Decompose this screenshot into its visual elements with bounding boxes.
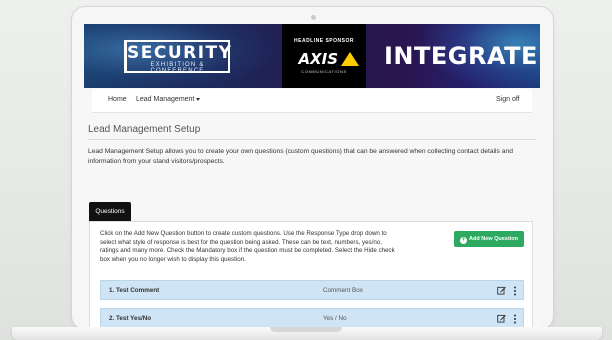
laptop-screen: SECURITY EXHIBITION & CONFERENCE HEADLIN… [84, 24, 540, 327]
question-name: 2. Test Yes/No [109, 315, 152, 322]
axis-logo-subtitle: COMMUNICATIONS [301, 69, 347, 74]
security-logo: SECURITY EXHIBITION & CONFERENCE [124, 40, 233, 74]
question-name: 1. Test Comment [109, 287, 160, 294]
security-logo-title: SECURITY [127, 43, 233, 63]
headline-sponsor: HEADLINE SPONSOR AXIS COMMUNICATIONS [282, 24, 366, 88]
question-row[interactable]: 1. Test Comment Comment Box [100, 280, 524, 300]
add-new-question-label: Add New Question [469, 236, 518, 242]
event-banner: SECURITY EXHIBITION & CONFERENCE HEADLIN… [84, 24, 540, 88]
nav-lead-management[interactable]: Lead Management [136, 96, 201, 103]
integrate-logo: INTEGRATE [384, 42, 538, 70]
nav-home[interactable]: Home [108, 96, 127, 103]
page-title: Lead Management Setup [88, 124, 201, 135]
tab-questions[interactable]: Questions [89, 202, 131, 222]
more-vertical-icon[interactable] [513, 286, 517, 296]
laptop-base-notch [270, 327, 342, 332]
security-logo-subtitle: EXHIBITION & CONFERENCE [150, 62, 205, 74]
navbar: Home Lead Management Sign off [92, 89, 532, 113]
question-row[interactable]: 2. Test Yes/No Yes / No [100, 308, 524, 327]
nav-sign-off[interactable]: Sign off [496, 96, 520, 103]
sponsor-label: HEADLINE SPONSOR [294, 38, 354, 44]
axis-logo-text: AXIS [298, 50, 338, 68]
title-divider [88, 139, 536, 140]
questions-instructions: Click on the Add New Question button to … [100, 230, 395, 263]
laptop-camera [311, 15, 316, 20]
questions-panel: Click on the Add New Question button to … [89, 221, 533, 327]
nav-lead-management-label: Lead Management [136, 96, 195, 103]
more-vertical-icon[interactable] [513, 314, 517, 324]
edit-icon[interactable] [497, 286, 506, 295]
question-response-type: Comment Box [323, 287, 363, 294]
add-new-question-button[interactable]: + Add New Question [454, 231, 524, 247]
plus-circle-icon: + [460, 237, 468, 244]
chevron-down-icon [196, 97, 201, 101]
question-response-type: Yes / No [323, 315, 347, 322]
edit-icon[interactable] [497, 314, 506, 323]
page-intro: Lead Management Setup allows you to crea… [88, 148, 513, 165]
axis-logo-triangle-icon [341, 52, 359, 66]
